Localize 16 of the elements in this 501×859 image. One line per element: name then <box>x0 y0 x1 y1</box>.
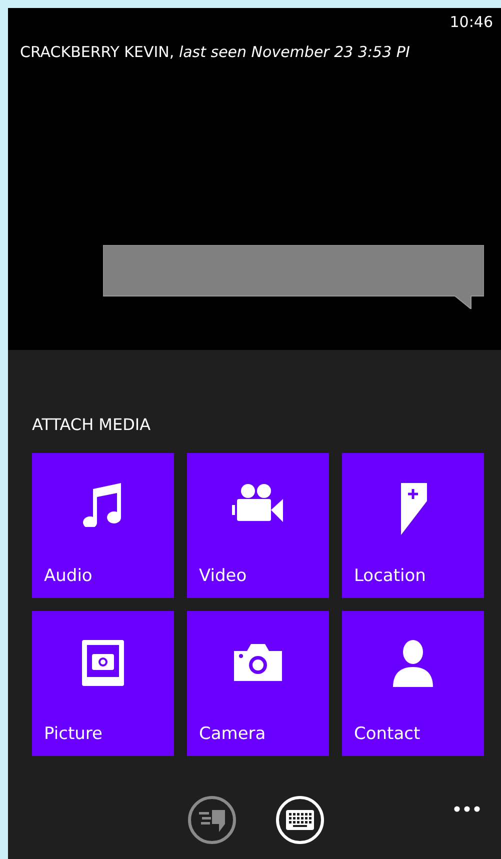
media-tile[interactable]: Camera <box>187 611 329 756</box>
music-note-icon <box>83 481 123 527</box>
section-heading: ATTACH MEDIA <box>32 415 151 434</box>
person-icon <box>391 639 435 689</box>
media-tile[interactable]: Audio <box>32 453 174 598</box>
media-tile[interactable]: Location <box>342 453 484 598</box>
media-tile[interactable]: Picture <box>32 611 174 756</box>
keyboard-button[interactable] <box>276 796 324 844</box>
media-tile[interactable]: Contact <box>342 611 484 756</box>
more-options-icon[interactable] <box>454 806 480 812</box>
clock-time: 10:46 <box>450 13 493 31</box>
keyboard-icon <box>285 809 315 831</box>
photo-icon <box>81 639 125 687</box>
message-send-icon <box>197 808 227 832</box>
media-tile[interactable]: Video <box>187 453 329 598</box>
contact-title: CRACKBERRY KEVIN, last seen November 23 3:53 PI <box>20 43 410 61</box>
